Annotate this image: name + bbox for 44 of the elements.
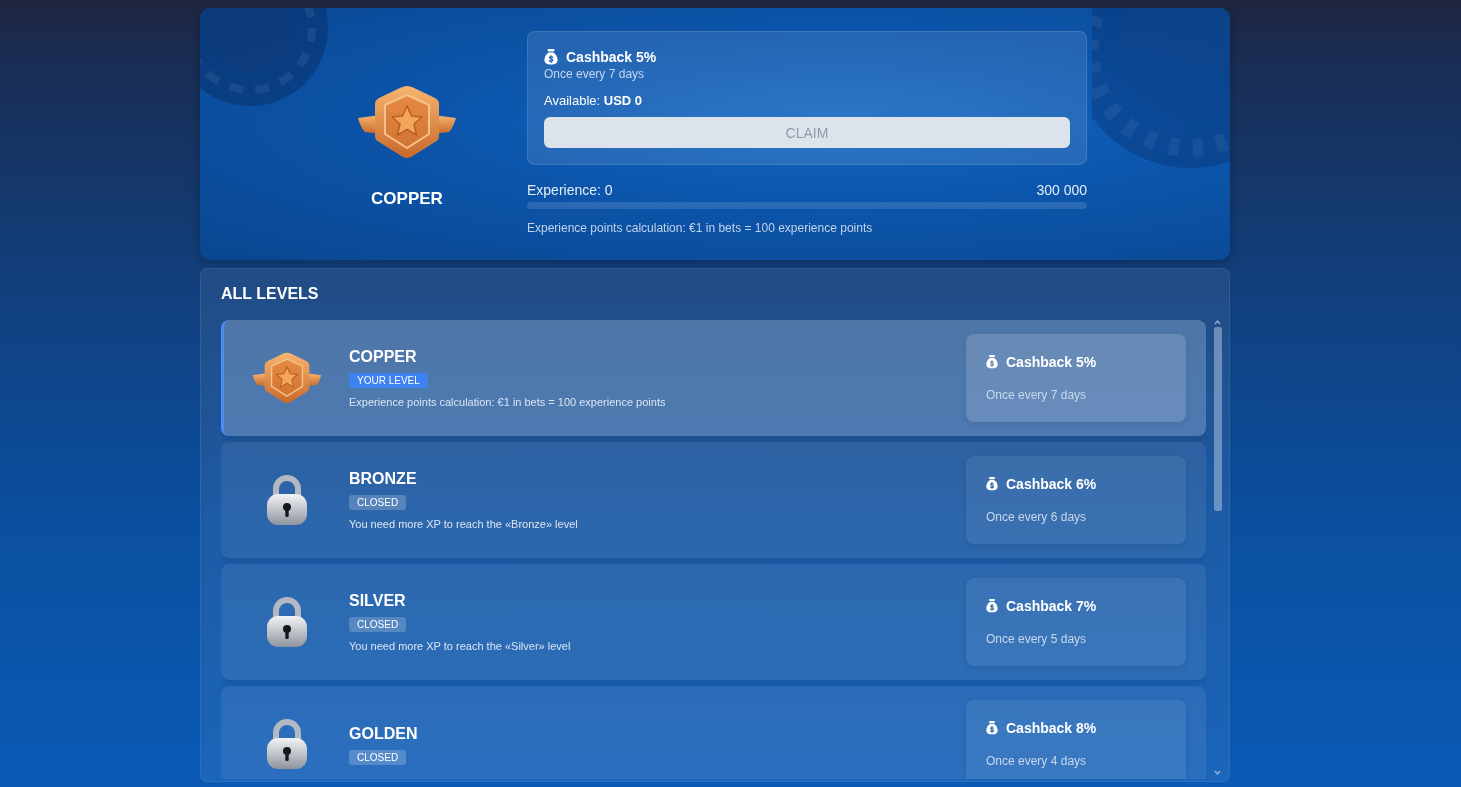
level-description: You need more XP to reach the «Silver» level <box>349 638 571 654</box>
cashback-title: Cashback 7% <box>1006 597 1097 615</box>
level-row[interactable]: COPPER YOUR LEVEL Experience points calculation: €1 in bets = 100 experience points Cashback 5% Once every 7 days <box>221 320 1206 436</box>
experience-target: 300 000 <box>1036 181 1087 199</box>
money-bag-icon <box>986 599 998 613</box>
level-name: SILVER <box>349 590 406 611</box>
cashback-period: Once every 6 days <box>986 509 1088 525</box>
experience-label: Experience: 0 <box>527 181 613 199</box>
level-status-badge: CLOSED <box>349 494 407 510</box>
cashback-title: Cashback 5% <box>566 48 657 66</box>
scroll-up-icon[interactable] <box>1214 320 1221 325</box>
level-name: BRONZE <box>349 468 417 489</box>
experience-note: Experience points calculation: €1 in bets = 100 experience points <box>527 220 874 236</box>
cashback-period: Once every 5 days <box>986 631 1088 647</box>
level-status-badge: CLOSED <box>349 749 407 765</box>
level-name: COPPER <box>371 189 443 209</box>
level-name: COPPER <box>349 346 417 367</box>
cashback-title: Cashback 6% <box>1006 475 1097 493</box>
level-description: Experience points calculation: €1 in bets = 100 experience points <box>349 394 666 410</box>
scrollbar-thumb[interactable] <box>1213 327 1222 511</box>
money-bag-icon <box>986 355 998 369</box>
cashback-period: Once every 7 days <box>986 387 1088 403</box>
panel-title: ALL LEVELS <box>221 284 320 304</box>
level-row[interactable]: GOLDEN CLOSED Cashback 8% Once every 4 days <box>221 686 1206 779</box>
level-row[interactable]: SILVER CLOSED You need more XP to reach the «Silver» level Cashback 7% Once every 5 days <box>221 564 1206 680</box>
money-bag-icon <box>544 49 558 65</box>
level-description: You need more XP to reach the «Bronze» level <box>349 516 578 532</box>
star-medal-icon <box>357 84 457 160</box>
scroll-down-icon[interactable] <box>1214 770 1221 775</box>
level-row[interactable]: BRONZE CLOSED You need more XP to reach the «Bronze» level Cashback 6% Once every 6 days <box>221 442 1206 558</box>
level-name: GOLDEN <box>349 723 418 744</box>
cashback-title: Cashback 5% <box>1006 353 1097 371</box>
star-medal-icon <box>251 351 322 405</box>
padlock-icon <box>264 474 309 526</box>
money-bag-icon <box>986 721 998 735</box>
padlock-icon <box>264 718 309 770</box>
available-amount: Available: USD 0 <box>544 93 644 109</box>
level-status-badge: CLOSED <box>349 616 407 632</box>
cashback-period: Once every 7 days <box>544 66 646 82</box>
money-bag-icon <box>986 477 998 491</box>
padlock-icon <box>264 596 309 648</box>
cashback-title: Cashback 8% <box>1006 719 1097 737</box>
level-status-badge: YOUR LEVEL <box>349 372 428 388</box>
cashback-period: Once every 4 days <box>986 753 1088 769</box>
